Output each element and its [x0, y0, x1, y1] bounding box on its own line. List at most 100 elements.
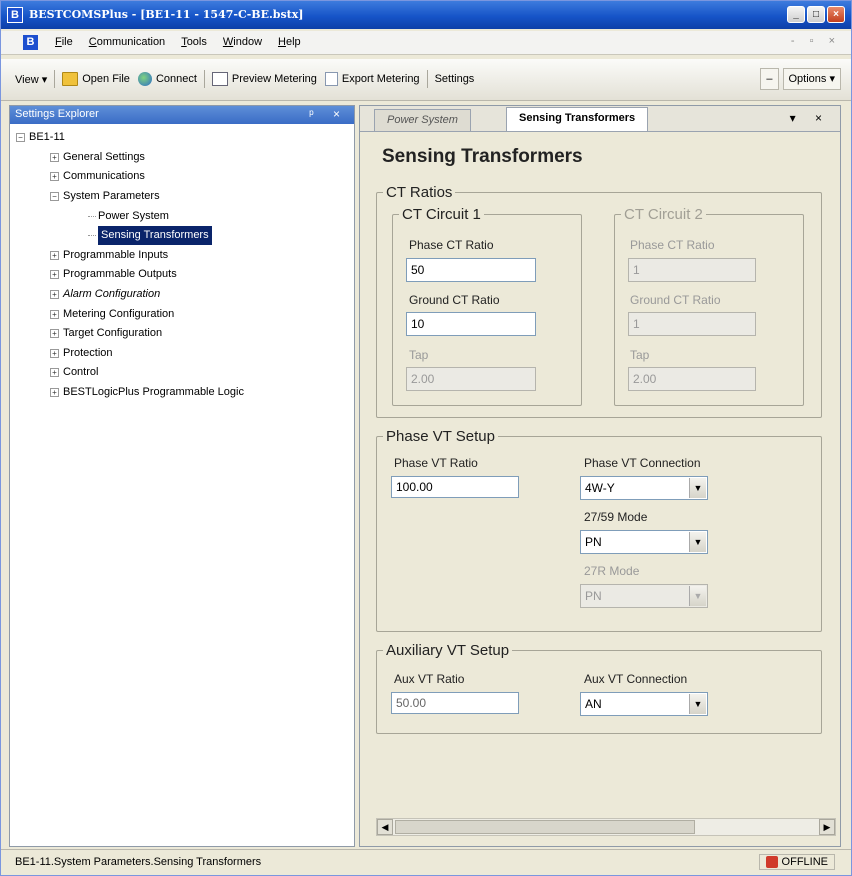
- options-dropdown[interactable]: Options ▾: [782, 68, 841, 90]
- ground-ct-ratio-label-2: Ground CT Ratio: [630, 293, 721, 307]
- tab-controls[interactable]: ▾ ×: [790, 111, 830, 125]
- expand-icon[interactable]: +: [50, 388, 59, 398]
- tree-node-sensing-transformers[interactable]: Sensing Transformers: [16, 226, 348, 246]
- aux-vt-ratio-label: Aux VT Ratio: [394, 672, 465, 686]
- tree-node-label: Target Configuration: [63, 327, 163, 340]
- tree-node-power-system[interactable]: Power System: [16, 206, 348, 226]
- collapse-icon[interactable]: −: [50, 192, 59, 202]
- title-bar: B BESTCOMSPlus - [BE1-11 - 1547-C-BE.bst…: [1, 1, 851, 29]
- scroll-right-icon[interactable]: ▶: [819, 819, 835, 835]
- open-file-button[interactable]: Open File: [58, 68, 134, 90]
- expand-icon[interactable]: +: [50, 152, 59, 162]
- phase-vt-ratio-input[interactable]: 100.00: [391, 476, 519, 498]
- expand-icon[interactable]: +: [50, 329, 59, 339]
- toolbar-separator: [203, 70, 205, 88]
- tree-node-control[interactable]: + Control: [16, 363, 348, 383]
- ground-ct-ratio-input-2[interactable]: 1: [628, 312, 756, 336]
- mode-27-59-label: 27/59 Mode: [584, 510, 648, 524]
- maximize-button[interactable]: □: [807, 6, 825, 23]
- tap-input[interactable]: 2.00: [406, 367, 536, 391]
- phase-ct-ratio-input[interactable]: 50: [406, 258, 536, 282]
- expand-icon[interactable]: +: [50, 348, 59, 358]
- expand-icon[interactable]: +: [50, 250, 59, 260]
- tree-node-label-selected: Sensing Transformers: [98, 226, 212, 246]
- tree-node-label: Power System: [98, 209, 169, 222]
- tree-node-target-configuration[interactable]: + Target Configuration: [16, 324, 348, 344]
- preview-metering-button[interactable]: Preview Metering: [208, 68, 321, 90]
- menu-window[interactable]: Window: [223, 36, 262, 48]
- tree-node-general-settings[interactable]: + General Settings: [16, 148, 348, 168]
- scrollbar-thumb[interactable]: [395, 820, 695, 834]
- tree-node-communications[interactable]: + Communications: [16, 167, 348, 187]
- ground-ct-ratio-input[interactable]: 10: [406, 312, 536, 336]
- menu-file[interactable]: File: [55, 36, 73, 48]
- dropdown-arrow-icon[interactable]: ▼: [689, 694, 706, 714]
- tree-node-label: Alarm Configuration: [63, 288, 161, 301]
- toolbar-overflow-button[interactable]: –: [760, 68, 779, 90]
- export-metering-label: Export Metering: [341, 73, 420, 85]
- ct-circuit-2-legend: CT Circuit 2: [624, 206, 703, 223]
- collapse-icon[interactable]: −: [16, 133, 25, 143]
- expand-icon[interactable]: +: [50, 270, 59, 280]
- open-file-label: Open File: [82, 73, 130, 85]
- scroll-left-icon[interactable]: ◀: [377, 819, 393, 835]
- menu-communication[interactable]: Communication: [89, 36, 165, 48]
- mode-27-59-select[interactable]: PN ▼: [580, 530, 708, 554]
- phase-vt-setup-legend: Phase VT Setup: [386, 428, 495, 445]
- connection-status[interactable]: OFFLINE: [758, 854, 835, 870]
- mode-27r-select[interactable]: PN ▼: [580, 584, 708, 608]
- export-metering-button[interactable]: Export Metering: [321, 68, 424, 90]
- panel-controls[interactable]: ᵖ ×: [309, 107, 348, 121]
- phase-vt-connection-select[interactable]: 4W-Y ▼: [580, 476, 708, 500]
- preview-metering-label: Preview Metering: [231, 73, 317, 85]
- document-area: Power System Sensing Transformers ▾ × Se…: [359, 105, 841, 847]
- dropdown-arrow-icon[interactable]: ▼: [689, 532, 706, 552]
- horizontal-scrollbar[interactable]: ◀ ▶: [376, 818, 836, 836]
- tree-node-protection[interactable]: + Protection: [16, 344, 348, 364]
- tree-node-bestlogicplus[interactable]: + BESTLogicPlus Programmable Logic: [16, 383, 348, 403]
- tree-node-metering-configuration[interactable]: + Metering Configuration: [16, 304, 348, 324]
- tree-node-programmable-outputs[interactable]: + Programmable Outputs: [16, 265, 348, 285]
- connect-button[interactable]: Connect: [134, 68, 201, 90]
- ground-ct-ratio-label: Ground CT Ratio: [409, 293, 500, 307]
- aux-vt-setup-legend: Auxiliary VT Setup: [386, 642, 510, 659]
- connect-icon: [137, 72, 152, 86]
- phase-vt-ratio-label: Phase VT Ratio: [394, 456, 478, 470]
- tree-node-root[interactable]: − BE1-11: [16, 128, 348, 148]
- aux-vt-ratio-input[interactable]: 50.00: [391, 692, 519, 714]
- menu-help[interactable]: Help: [278, 36, 301, 48]
- settings-button[interactable]: Settings: [431, 68, 479, 90]
- tree-node-alarm-configuration[interactable]: + Alarm Configuration: [16, 285, 348, 305]
- expand-icon[interactable]: +: [50, 368, 59, 378]
- document-icon[interactable]: B: [23, 35, 38, 50]
- connection-status-label: OFFLINE: [781, 856, 828, 868]
- tree-node-label: BE1-11: [29, 131, 65, 144]
- expand-icon[interactable]: +: [50, 290, 59, 300]
- tree-node-system-parameters[interactable]: − System Parameters: [16, 187, 348, 207]
- tab-power-system[interactable]: Power System: [374, 109, 471, 131]
- expand-icon[interactable]: +: [50, 172, 59, 182]
- menu-tools[interactable]: Tools: [181, 36, 207, 48]
- tab-sensing-transformers[interactable]: Sensing Transformers: [506, 107, 649, 131]
- mdi-window-controls[interactable]: - ▫ ×: [791, 35, 841, 47]
- disconnected-plug-icon: [765, 856, 778, 868]
- tree-node-label: Communications: [63, 170, 145, 183]
- menu-bar: B File Communication Tools Window Help -…: [1, 31, 851, 55]
- page-title: Sensing Transformers: [382, 146, 583, 167]
- tree-node-label: System Parameters: [63, 190, 160, 203]
- tree-node-programmable-inputs[interactable]: + Programmable Inputs: [16, 246, 348, 266]
- dropdown-arrow-icon[interactable]: ▼: [689, 586, 706, 606]
- minimize-button[interactable]: _: [787, 6, 805, 23]
- aux-vt-connection-select[interactable]: AN ▼: [580, 692, 708, 716]
- dropdown-arrow-icon[interactable]: ▼: [689, 478, 706, 498]
- aux-vt-connection-value: AN: [585, 697, 602, 711]
- connect-label: Connect: [155, 73, 197, 85]
- phase-ct-ratio-input-2[interactable]: 1: [628, 258, 756, 282]
- expand-icon[interactable]: +: [50, 309, 59, 319]
- aux-vt-setup-group: Auxiliary VT Setup: [376, 642, 822, 734]
- tap-input-2[interactable]: 2.00: [628, 367, 756, 391]
- phase-ct-ratio-label-2: Phase CT Ratio: [630, 238, 715, 252]
- close-button[interactable]: ×: [827, 6, 845, 23]
- view-dropdown[interactable]: View ▾: [11, 68, 51, 90]
- tree-node-label: Control: [63, 366, 99, 379]
